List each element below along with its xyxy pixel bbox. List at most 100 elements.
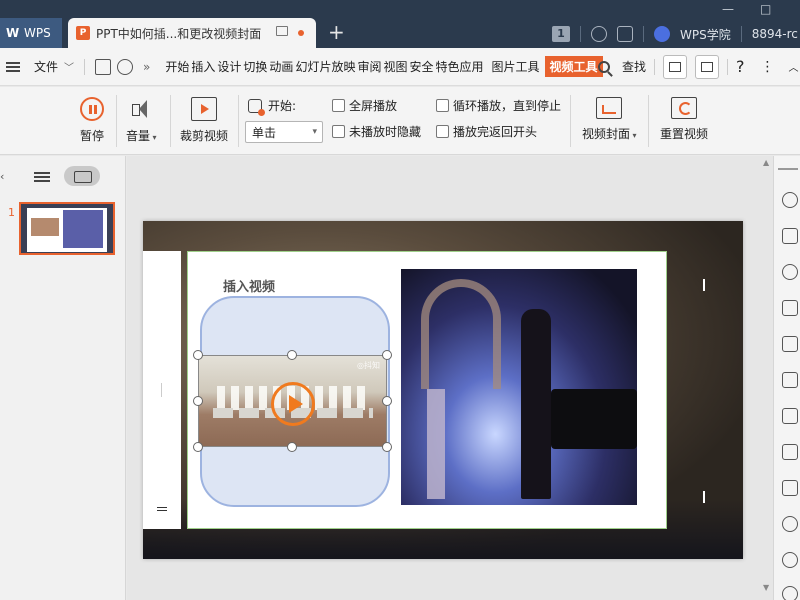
- share-button[interactable]: [663, 54, 688, 79]
- tab-security[interactable]: 安全: [408, 58, 434, 75]
- tab-view[interactable]: 视图: [382, 58, 408, 75]
- text-cursor-mark: [157, 510, 167, 511]
- tab-home[interactable]: 开始: [164, 58, 190, 75]
- concert-photo[interactable]: [401, 269, 637, 505]
- tab-document-title: PPT中如何插...和更改视频封面: [96, 26, 262, 41]
- slide[interactable]: 插入视频 ◎抖知: [143, 221, 743, 559]
- shield-icon[interactable]: [782, 552, 798, 568]
- tab-slideshow[interactable]: 幻灯片放映: [294, 58, 356, 75]
- resize-handle-left[interactable]: [193, 396, 203, 406]
- clock-icon[interactable]: [782, 586, 798, 600]
- window-count-badge[interactable]: 1: [552, 26, 570, 42]
- menu-divider: [654, 58, 656, 75]
- placeholder-mark: [703, 491, 705, 503]
- text-style-icon[interactable]: [782, 300, 798, 316]
- undo-icon[interactable]: [117, 58, 134, 75]
- resize-handle-top[interactable]: [287, 350, 297, 360]
- tab-video-tools[interactable]: 视频工具: [544, 56, 603, 77]
- shapes-icon[interactable]: [782, 264, 798, 280]
- fullscreen-checkbox[interactable]: 全屏播放: [332, 97, 397, 114]
- thumbnail-view-icon[interactable]: [64, 166, 100, 186]
- wps-academy-link[interactable]: WPS学院: [680, 26, 731, 43]
- comment-button[interactable]: [695, 54, 720, 79]
- tab-special-apps[interactable]: 特色应用: [435, 58, 485, 75]
- tab-review[interactable]: 审阅: [356, 58, 382, 75]
- collapse-ribbon-icon[interactable]: ︿: [789, 59, 799, 74]
- thumbnail-view-toggle: ‹: [0, 164, 126, 190]
- left-text-box[interactable]: [143, 251, 181, 529]
- play-icon[interactable]: [271, 382, 315, 426]
- maximize-button[interactable]: □: [760, 2, 771, 16]
- unsaved-dot-icon[interactable]: [298, 30, 304, 36]
- start-mode-select[interactable]: 单击 ▾: [245, 121, 323, 143]
- insert-video-title[interactable]: 插入视频: [223, 276, 275, 295]
- checkbox-box[interactable]: [332, 125, 345, 138]
- checkbox-box[interactable]: [436, 99, 449, 112]
- sync-icon[interactable]: [591, 26, 607, 42]
- settings-sliders-icon[interactable]: [782, 336, 798, 352]
- file-menu[interactable]: 文件: [34, 58, 58, 75]
- loop-checkbox[interactable]: 循环播放，直到停止: [436, 97, 561, 114]
- tab-transition[interactable]: 切换: [242, 58, 268, 75]
- video-object[interactable]: ◎抖知: [198, 355, 387, 447]
- save-icon[interactable]: [95, 58, 112, 75]
- resize-handle-right[interactable]: [382, 396, 392, 406]
- start-label: 开始:: [268, 99, 297, 113]
- picture-icon[interactable]: [782, 372, 798, 388]
- ribbon-divider: [116, 95, 117, 147]
- start-mode-row: 开始:: [248, 97, 297, 116]
- tab-insert[interactable]: 插入: [190, 58, 216, 75]
- ppt-file-icon: P: [76, 26, 90, 40]
- minimize-button[interactable]: —: [722, 2, 734, 16]
- image-icon[interactable]: [782, 480, 798, 496]
- tab-document[interactable]: P PPT中如何插...和更改视频封面: [68, 18, 316, 48]
- volume-button[interactable]: 音量 ▾: [126, 97, 157, 144]
- search-label[interactable]: 查找: [622, 58, 646, 75]
- volume-label: 音量 ▾: [126, 127, 157, 144]
- checkbox-box[interactable]: [436, 125, 449, 138]
- hamburger-menu-icon[interactable]: [6, 61, 20, 72]
- export-icon[interactable]: [782, 408, 798, 424]
- resize-handle-top-left[interactable]: [193, 350, 203, 360]
- more-menu-icon[interactable]: ⋮: [761, 59, 775, 75]
- resize-handle-top-right[interactable]: [382, 350, 392, 360]
- help-button[interactable]: ?: [736, 57, 745, 76]
- star-icon[interactable]: [782, 192, 798, 208]
- share-icon[interactable]: [617, 26, 633, 42]
- menu-divider: [84, 58, 86, 75]
- reset-video-button[interactable]: 重置视频: [660, 97, 708, 142]
- tab-animation[interactable]: 动画: [268, 58, 294, 75]
- rewind-checkbox[interactable]: 播放完返回开头: [436, 123, 537, 140]
- reset-video-label: 重置视频: [660, 127, 709, 141]
- search-icon[interactable]: [598, 60, 610, 73]
- video-cover-button[interactable]: 视频封面 ▾: [582, 97, 637, 142]
- canvas-scrollbar[interactable]: ▲ ▼: [762, 156, 772, 600]
- ribbon-divider: [570, 95, 571, 147]
- pause-button[interactable]: 暂停: [80, 97, 104, 144]
- more-tools-icon[interactable]: »: [143, 60, 150, 74]
- chevron-down-icon[interactable]: ﹀: [64, 59, 74, 74]
- tab-picture-tools[interactable]: 图片工具: [491, 58, 541, 75]
- tab-wps-home[interactable]: W WPS: [0, 18, 62, 48]
- hide-when-not-playing-checkbox[interactable]: 未播放时隐藏: [332, 123, 421, 140]
- resize-handle-bottom-right[interactable]: [382, 442, 392, 452]
- monitor-icon[interactable]: [276, 26, 288, 36]
- outline-view-icon[interactable]: [34, 172, 50, 182]
- copy-icon[interactable]: [782, 228, 798, 244]
- collapse-panel-icon[interactable]: ‹: [0, 170, 4, 183]
- trim-video-button[interactable]: 裁剪视频: [180, 97, 228, 144]
- new-tab-button[interactable]: +: [328, 22, 345, 42]
- tab-design[interactable]: 设计: [216, 58, 242, 75]
- presentation-icon[interactable]: [782, 444, 798, 460]
- scroll-up-icon[interactable]: ▲: [763, 158, 769, 167]
- audio-icon[interactable]: [782, 516, 798, 532]
- resize-handle-bottom[interactable]: [287, 442, 297, 452]
- photo-performer: [521, 309, 551, 499]
- scroll-down-icon[interactable]: ▼: [763, 583, 769, 592]
- slide-thumbnail[interactable]: [19, 202, 115, 255]
- user-name[interactable]: 8894-rc: [752, 27, 798, 41]
- wps-academy-icon[interactable]: [654, 26, 670, 42]
- checkbox-box[interactable]: [332, 99, 345, 112]
- video-watermark: ◎抖知: [357, 361, 380, 370]
- resize-handle-bottom-left[interactable]: [193, 442, 203, 452]
